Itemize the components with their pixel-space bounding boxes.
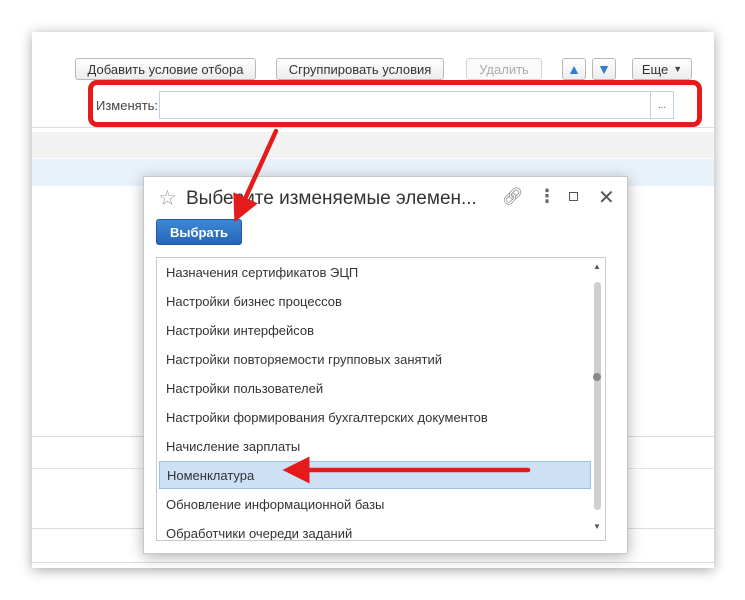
list-item[interactable]: Настройки повторяемости групповых заняти… bbox=[159, 345, 591, 373]
move-up-button[interactable]: ▲ bbox=[562, 58, 586, 80]
arrow-up-icon: ▲ bbox=[567, 61, 581, 77]
list-item[interactable]: Начисление зарплаты bbox=[159, 432, 591, 460]
select-elements-dialog: ☆ Выберите изменяемые элемен... 🔗︎ ⋮ ✕ В… bbox=[143, 176, 628, 554]
star-icon[interactable]: ☆ bbox=[158, 186, 177, 211]
list-item-selected[interactable]: Номенклатура bbox=[159, 461, 591, 489]
group-conditions-button[interactable]: Сгруппировать условия bbox=[276, 58, 444, 80]
maximize-icon[interactable] bbox=[569, 192, 578, 201]
more-vertical-icon[interactable]: ⋮ bbox=[538, 186, 556, 207]
dialog-title: Выберите изменяемые элемен... bbox=[186, 188, 477, 209]
grid-header-band bbox=[32, 132, 714, 158]
divider bbox=[32, 562, 714, 563]
select-button[interactable]: Выбрать bbox=[156, 219, 242, 245]
list-item[interactable]: Обработчики очереди заданий bbox=[159, 519, 591, 541]
divider bbox=[32, 127, 714, 128]
list-item[interactable]: Настройки бизнес процессов bbox=[159, 287, 591, 315]
more-menu-label: Еще bbox=[641, 61, 669, 77]
annotation-highlight-frame bbox=[88, 80, 702, 127]
scrollbar-thumb[interactable] bbox=[594, 282, 601, 510]
list-item[interactable]: Обновление информационной базы bbox=[159, 490, 591, 518]
move-down-button[interactable]: ▼ bbox=[592, 58, 616, 80]
link-icon[interactable]: 🔗︎ bbox=[502, 187, 524, 207]
chevron-down-icon: ▼ bbox=[673, 64, 683, 74]
delete-button[interactable]: Удалить bbox=[466, 58, 542, 80]
arrow-down-icon: ▼ bbox=[597, 61, 611, 77]
more-menu-button[interactable]: Еще ▼ bbox=[632, 58, 692, 80]
add-filter-condition-button[interactable]: Добавить условие отбора bbox=[75, 58, 256, 80]
scroll-up-icon[interactable]: ▲ bbox=[593, 262, 601, 271]
vertical-scrollbar[interactable]: ▲ ▼ bbox=[591, 260, 603, 536]
list-item[interactable]: Настройки формирования бухгалтерских док… bbox=[159, 403, 591, 431]
list-item[interactable]: Настройки пользователей bbox=[159, 374, 591, 402]
list-item[interactable]: Настройки интерфейсов bbox=[159, 316, 591, 344]
scroll-down-icon[interactable]: ▼ bbox=[593, 522, 601, 531]
list-item[interactable]: Назначения сертификатов ЭЦП bbox=[159, 258, 591, 286]
scroll-position-marker bbox=[593, 373, 601, 381]
close-icon[interactable]: ✕ bbox=[598, 185, 615, 210]
elements-list[interactable]: Назначения сертификатов ЭЦП Настройки би… bbox=[156, 257, 606, 541]
